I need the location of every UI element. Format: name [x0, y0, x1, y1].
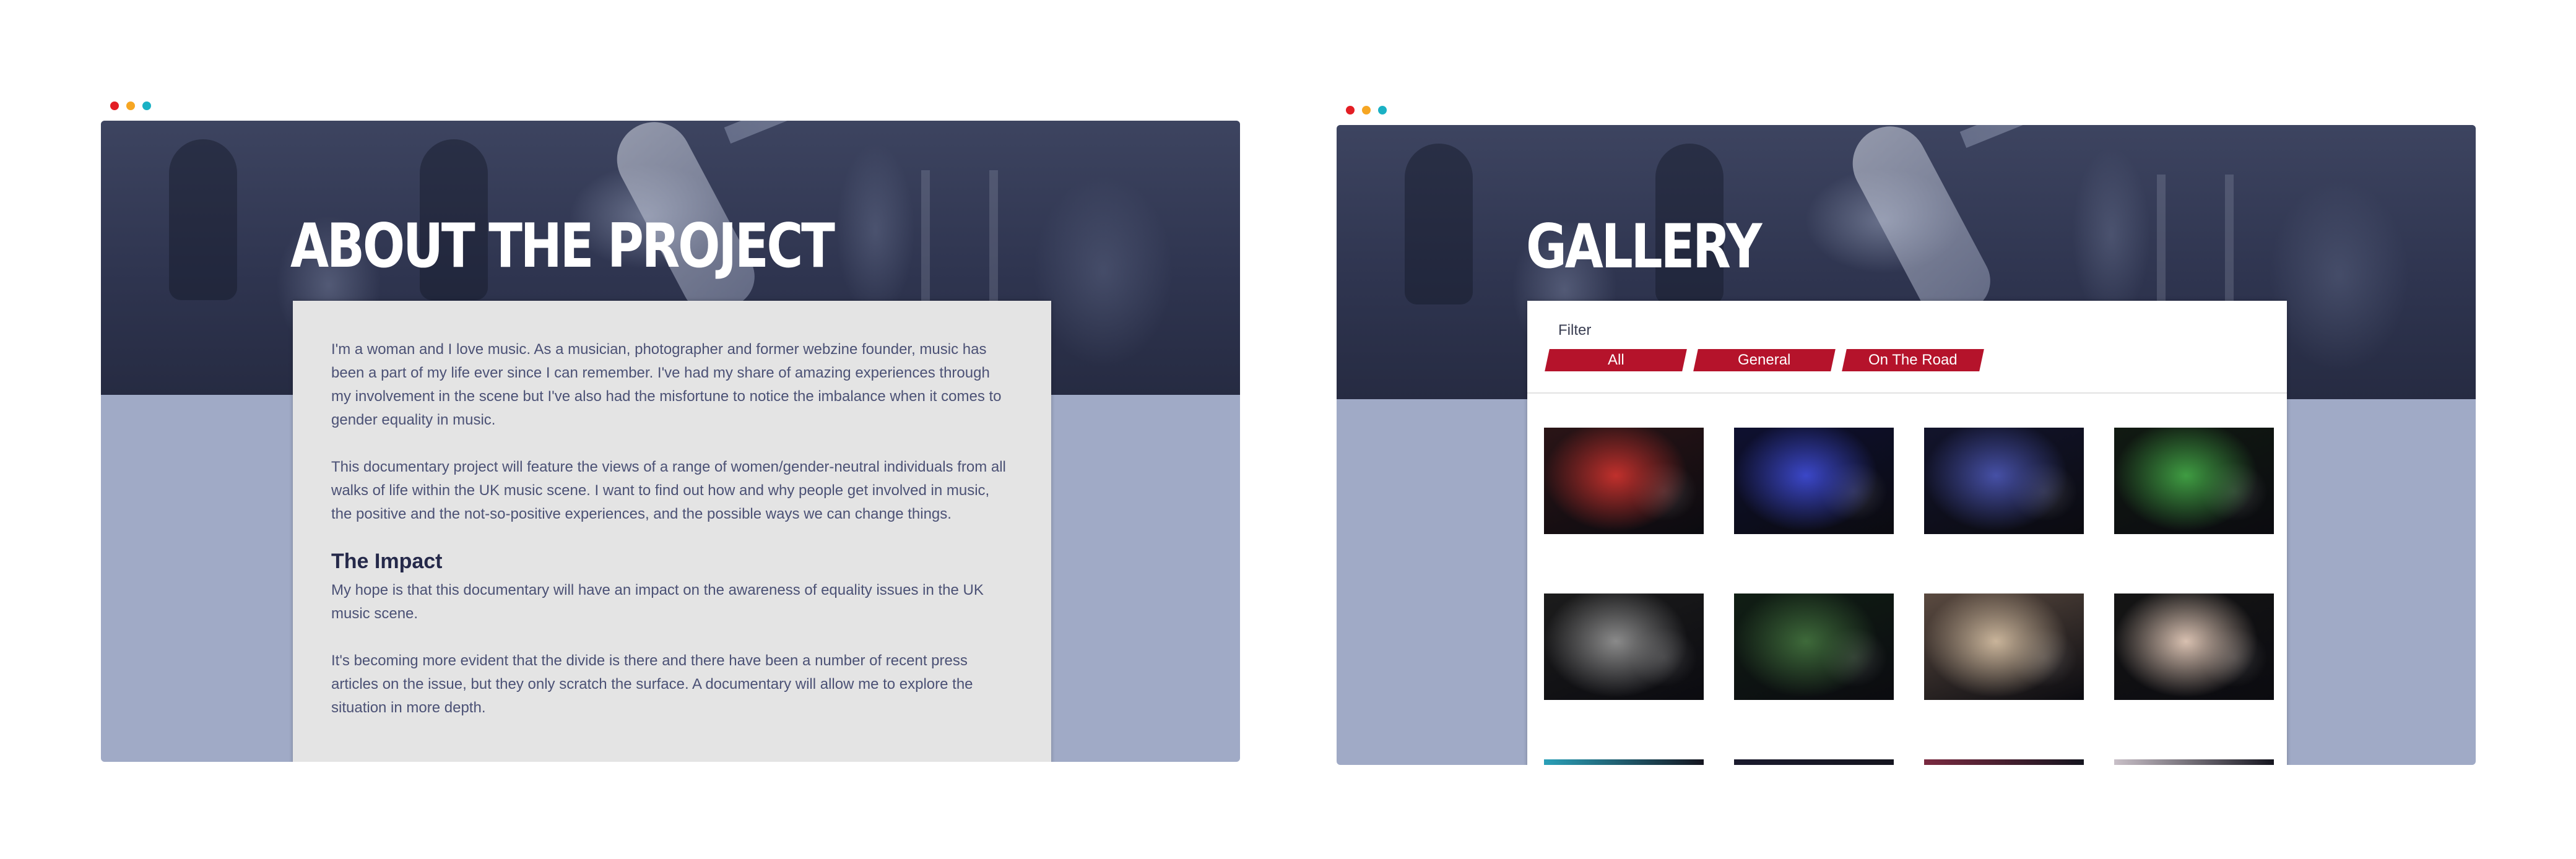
hero-figure: [169, 139, 238, 300]
minimize-window-icon[interactable]: [1362, 106, 1371, 114]
about-screen: ABOUT THE PROJECT I'm a woman and I love…: [101, 121, 1240, 762]
close-window-icon[interactable]: [110, 101, 119, 110]
filter-label: Filter: [1558, 322, 1592, 339]
filter-all-button[interactable]: All: [1545, 349, 1687, 371]
gallery-photo-partial[interactable]: [2114, 759, 2274, 765]
page-title: ABOUT THE PROJECT: [290, 211, 835, 282]
about-text: I'm a woman and I love music. As a music…: [331, 338, 1012, 743]
filter-divider: [1527, 392, 2287, 394]
page-title: GALLERY: [1526, 212, 1762, 282]
gallery-panel: Filter All General On The Road: [1527, 301, 2287, 765]
blue-singer-photo[interactable]: [1734, 428, 1894, 534]
hero-guitar: [1839, 125, 2001, 329]
filter-on-the-road-button[interactable]: On The Road: [1842, 349, 1984, 371]
maximize-window-icon[interactable]: [1378, 106, 1387, 114]
impact-paragraph: It's becoming more evident that the divi…: [331, 652, 973, 716]
window-controls: [110, 101, 151, 110]
hero-guitar-neck: [724, 121, 972, 144]
gallery-photo-partial[interactable]: [1544, 759, 1704, 765]
gallery-screen: GALLERY Filter All General On The Road: [1337, 125, 2476, 765]
gallery-photo-partial[interactable]: [1924, 759, 2084, 765]
blue-guitarist-photo[interactable]: [1924, 428, 2084, 534]
project-paragraph: This documentary project will feature th…: [331, 459, 1006, 522]
minimize-window-icon[interactable]: [126, 101, 135, 110]
green-light-performer-photo[interactable]: [2114, 428, 2274, 534]
hero-guitar-neck: [1959, 125, 2208, 148]
maximize-window-icon[interactable]: [142, 101, 151, 110]
crowd-green-photo[interactable]: [1734, 594, 1894, 700]
filter-general-button[interactable]: General: [1693, 349, 1836, 371]
black-white-guitarist-photo[interactable]: [1544, 594, 1704, 700]
two-women-portrait-photo[interactable]: [2114, 594, 2274, 700]
red-stage-band-photo[interactable]: [1544, 428, 1704, 534]
window-controls: [1346, 106, 1387, 114]
close-window-icon[interactable]: [1346, 106, 1355, 114]
woman-seated-interview-photo[interactable]: [1924, 594, 2084, 700]
impact-paragraph: My hope is that this documentary will ha…: [331, 582, 984, 622]
gallery-photo-partial[interactable]: [1734, 759, 1894, 765]
hero-figure: [1405, 144, 1473, 304]
about-content-panel: I'm a woman and I love music. As a music…: [293, 301, 1051, 762]
impact-heading: The Impact: [331, 550, 443, 573]
intro-paragraph: I'm a woman and I love music. As a music…: [331, 341, 1002, 428]
